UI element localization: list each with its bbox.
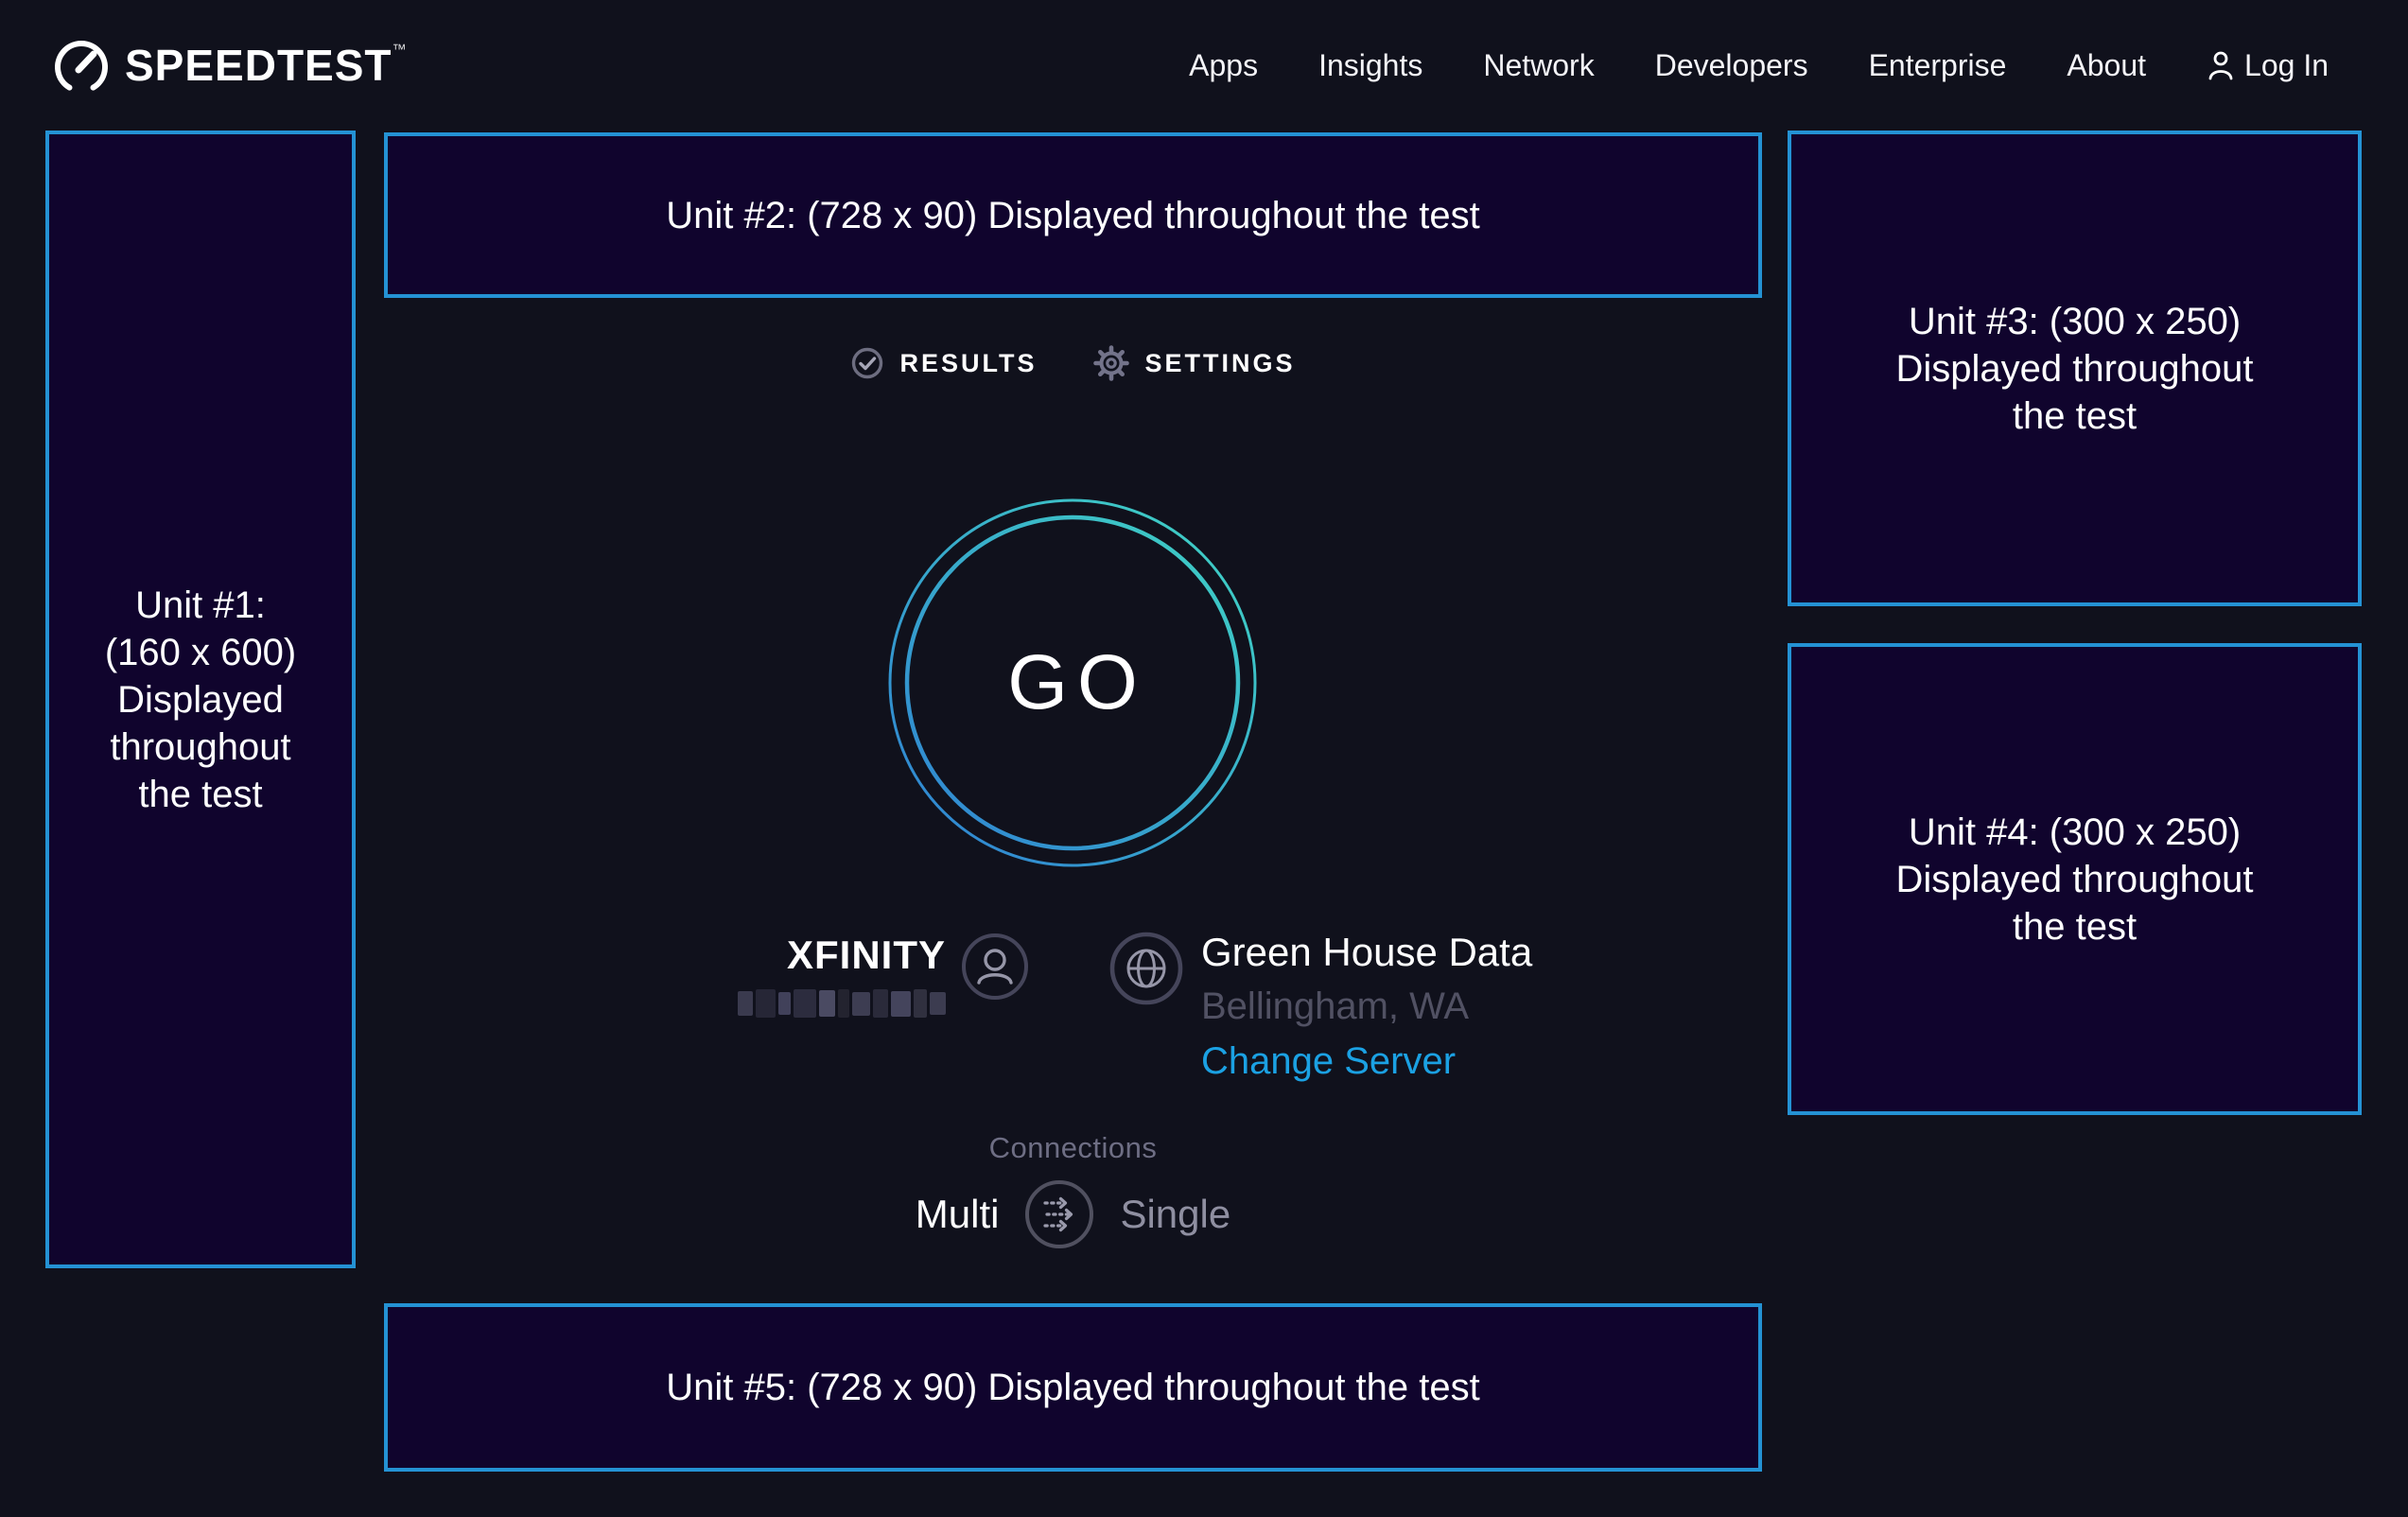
speedtest-logo[interactable]: SPEEDTEST™ xyxy=(51,0,408,131)
main-nav: Apps Insights Network Developers Enterpr… xyxy=(1189,0,2329,131)
server-location: Bellingham, WA xyxy=(1201,985,1532,1027)
tab-results[interactable]: RESULTS xyxy=(850,346,1037,380)
person-circle-icon xyxy=(961,933,1029,1001)
nav-item-about[interactable]: About xyxy=(2067,48,2146,83)
isp-detail-redacted xyxy=(738,987,946,1020)
gauge-icon xyxy=(51,35,112,96)
go-button-label: GO xyxy=(883,494,1262,872)
ad-unit-5-leaderboard: Unit #5: (728 x 90) Displayed throughout… xyxy=(384,1303,1762,1472)
tab-settings[interactable]: SETTINGS xyxy=(1092,344,1296,382)
server-globe[interactable] xyxy=(1108,931,1184,1011)
nav-item-apps[interactable]: Apps xyxy=(1189,48,1258,83)
results-settings-tabs: RESULTS SETTINGS xyxy=(384,340,1762,386)
ad-unit-1-line: Unit #1: xyxy=(105,582,296,629)
person-icon xyxy=(2207,49,2235,81)
server-name: Green House Data xyxy=(1201,931,1532,974)
ad-unit-3-line: the test xyxy=(1895,392,2253,440)
top-nav-bar: SPEEDTEST™ Apps Insights Network Develop… xyxy=(0,0,2408,131)
ad-unit-2-leaderboard: Unit #2: (728 x 90) Displayed throughout… xyxy=(384,132,1762,298)
check-circle-icon xyxy=(850,346,884,380)
gear-icon xyxy=(1092,344,1130,382)
server-info: Green House Data Bellingham, WA Change S… xyxy=(1201,931,1532,1082)
change-server-link[interactable]: Change Server xyxy=(1201,1040,1532,1082)
logo-text: SPEEDTEST™ xyxy=(125,40,408,91)
ad-unit-3-line: Displayed throughout xyxy=(1895,345,2253,392)
ad-unit-3-line: Unit #3: (300 x 250) xyxy=(1895,298,2253,345)
ad-unit-1-line: the test xyxy=(105,771,296,818)
speedtest-page: { "header": { "logo_text": "SPEEDTEST", … xyxy=(0,0,2408,1517)
ad-unit-4-line: the test xyxy=(1895,903,2253,950)
ad-unit-5-text: Unit #5: (728 x 90) Displayed throughout… xyxy=(666,1364,1480,1411)
ad-unit-1-line: throughout xyxy=(105,724,296,771)
nav-item-developers[interactable]: Developers xyxy=(1655,48,1808,83)
nav-item-network[interactable]: Network xyxy=(1483,48,1594,83)
isp-name[interactable]: XFINITY xyxy=(719,933,946,978)
ad-unit-1-line: (160 x 600) xyxy=(105,629,296,676)
logo-trademark: ™ xyxy=(393,42,408,58)
ad-unit-1-skyscraper: Unit #1: (160 x 600) Displayed throughou… xyxy=(45,131,356,1268)
isp-avatar[interactable] xyxy=(961,933,1029,1005)
tab-results-label: RESULTS xyxy=(899,349,1037,378)
connections-single-option[interactable]: Single xyxy=(1120,1192,1230,1237)
connections-toggle-row: Multi Single xyxy=(384,1178,1762,1250)
ad-unit-2-text: Unit #2: (728 x 90) Displayed throughout… xyxy=(666,192,1480,239)
nav-item-insights[interactable]: Insights xyxy=(1318,48,1422,83)
ad-unit-4-rectangle: Unit #4: (300 x 250) Displayed throughou… xyxy=(1788,643,2362,1115)
tab-settings-label: SETTINGS xyxy=(1145,349,1296,378)
go-button[interactable]: GO xyxy=(883,494,1262,872)
login-button[interactable]: Log In xyxy=(2207,48,2329,83)
ad-unit-4-line: Unit #4: (300 x 250) xyxy=(1895,809,2253,856)
globe-icon xyxy=(1108,931,1184,1006)
multi-stream-arrows-icon[interactable] xyxy=(1023,1178,1095,1250)
ad-unit-4-line: Displayed throughout xyxy=(1895,856,2253,903)
nav-item-enterprise[interactable]: Enterprise xyxy=(1869,48,2007,83)
login-label: Log In xyxy=(2244,48,2329,83)
ad-unit-3-rectangle: Unit #3: (300 x 250) Displayed throughou… xyxy=(1788,131,2362,606)
connections-multi-option[interactable]: Multi xyxy=(916,1192,1000,1237)
connections-label: Connections xyxy=(384,1131,1762,1165)
ad-unit-1-line: Displayed xyxy=(105,676,296,724)
